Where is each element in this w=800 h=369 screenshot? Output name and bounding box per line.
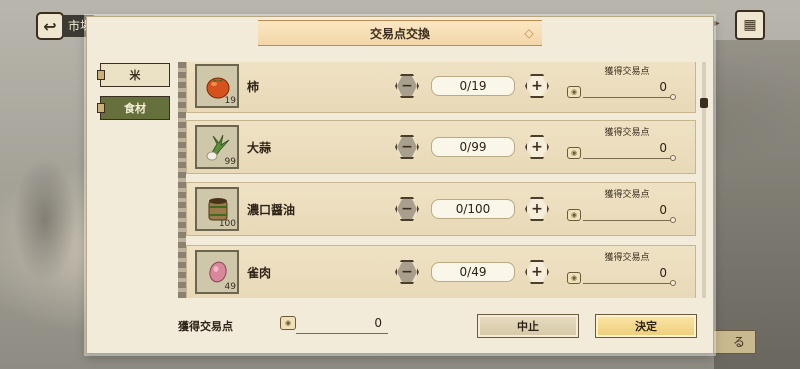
list-item: 100 濃口醤油 − 0/100 + 獲得交易点 ◉ 0 xyxy=(186,182,696,236)
trade-point-icon: ◉ xyxy=(567,86,581,98)
minus-icon: − xyxy=(397,199,417,219)
cancel-button[interactable]: 中止 xyxy=(477,314,579,338)
item-name: 雀肉 xyxy=(247,266,272,280)
points-label: 獲得交易点 xyxy=(604,128,650,138)
ribbon-ornament-right-icon: ◇ xyxy=(524,26,534,40)
item-name: 大蒜 xyxy=(247,141,272,155)
quantity-field[interactable]: 0/19 xyxy=(431,76,515,96)
plus-icon: + xyxy=(527,137,547,157)
decrease-button[interactable]: − xyxy=(395,260,419,284)
menu-icon[interactable]: ▦ xyxy=(735,10,765,40)
item-icon-frame: 19 xyxy=(195,64,239,108)
trade-point-icon: ◉ xyxy=(567,209,581,221)
item-icon-frame: 100 xyxy=(195,187,239,231)
background-panel xyxy=(714,40,800,369)
item-stock-count: 100 xyxy=(218,219,236,229)
points-label: 獲得交易点 xyxy=(604,253,650,263)
list-item: 49 雀肉 − 0/49 + 獲得交易点 ◉ 0 xyxy=(186,245,696,298)
plus-icon: + xyxy=(527,262,547,282)
tab-notch-icon xyxy=(97,103,105,113)
increase-button[interactable]: + xyxy=(525,197,549,221)
trade-point-icon: ◉ xyxy=(280,316,296,330)
item-stock-count: 19 xyxy=(224,96,236,106)
item-list[interactable]: 19 柿 − 0/19 + 獲得交易点 ◉ 0 99 大蒜 − 0/99 + 獲… xyxy=(186,62,698,298)
item-stock-count: 99 xyxy=(224,157,236,167)
modal-title: 交易点交換 xyxy=(258,20,542,46)
quantity-field[interactable]: 0/99 xyxy=(431,137,515,157)
decrease-button[interactable]: − xyxy=(395,197,419,221)
points-value: 0 xyxy=(583,203,676,223)
increase-button[interactable]: + xyxy=(525,260,549,284)
decrease-button[interactable]: − xyxy=(395,74,419,98)
tab-notch-icon xyxy=(97,70,105,80)
tab-label: 米 xyxy=(129,69,141,82)
plus-icon: + xyxy=(527,76,547,96)
tab-rice[interactable]: 米 xyxy=(97,63,170,87)
item-name: 柿 xyxy=(247,80,260,94)
increase-button[interactable]: + xyxy=(525,135,549,159)
background-tree xyxy=(0,120,90,320)
total-points-value: 0 xyxy=(296,316,388,334)
plus-icon: + xyxy=(527,199,547,219)
quantity-field[interactable]: 0/49 xyxy=(431,262,515,282)
points-value: 0 xyxy=(583,141,676,161)
item-icon-frame: 49 xyxy=(195,250,239,294)
minus-icon: − xyxy=(397,137,417,157)
tab-label: 食材 xyxy=(124,102,146,115)
points-value: 0 xyxy=(583,80,676,100)
list-item: 19 柿 − 0/19 + 獲得交易点 ◉ 0 xyxy=(186,62,696,113)
confirm-button[interactable]: 決定 xyxy=(595,314,697,338)
total-points-label: 獲得交易点 xyxy=(178,320,233,333)
item-stock-count: 49 xyxy=(224,282,236,292)
list-item: 99 大蒜 − 0/99 + 獲得交易点 ◉ 0 xyxy=(186,120,696,174)
scrollbar-thumb[interactable] xyxy=(700,98,708,108)
back-icon[interactable]: ↩ xyxy=(36,12,64,40)
points-label: 獲得交易点 xyxy=(604,67,650,77)
list-border-rail xyxy=(178,62,186,298)
points-value: 0 xyxy=(583,266,676,286)
minus-icon: − xyxy=(397,76,417,96)
quantity-field[interactable]: 0/100 xyxy=(431,199,515,219)
item-icon-frame: 99 xyxy=(195,125,239,169)
points-label: 獲得交易点 xyxy=(604,190,650,200)
trade-point-icon: ◉ xyxy=(567,147,581,159)
item-name: 濃口醤油 xyxy=(247,203,296,217)
tab-ingredients[interactable]: 食材 xyxy=(97,96,170,120)
minus-icon: − xyxy=(397,262,417,282)
trade-point-icon: ◉ xyxy=(567,272,581,284)
decrease-button[interactable]: − xyxy=(395,135,419,159)
increase-button[interactable]: + xyxy=(525,74,549,98)
